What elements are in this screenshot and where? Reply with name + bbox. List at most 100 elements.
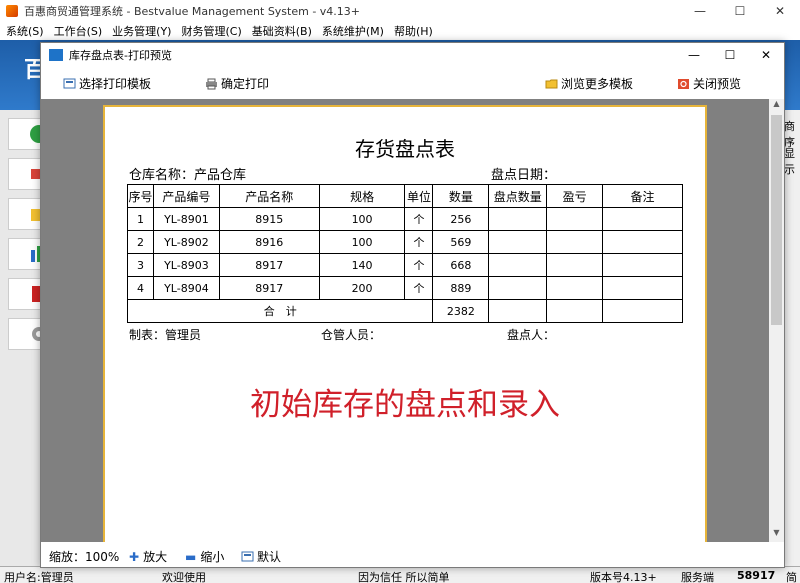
total-count-qty bbox=[488, 299, 548, 323]
zoom-out-label: 缩小 bbox=[200, 550, 225, 564]
table-row: 2 YL-8902 8916 100 个 569 bbox=[127, 230, 683, 254]
dialog-title-bar: 库存盘点表-打印预览 — ☐ ✕ bbox=[41, 43, 784, 67]
cell-profit-loss bbox=[546, 276, 604, 300]
scroll-down-icon[interactable]: ▼ bbox=[769, 528, 784, 542]
table-total-row: 合 计 2382 bbox=[126, 299, 683, 323]
watermark-caption: 初始库存的盘点和录入 bbox=[250, 387, 560, 423]
template-icon bbox=[63, 78, 76, 88]
cell-seq: 3 bbox=[127, 253, 154, 277]
cell-profit-loss bbox=[546, 253, 604, 277]
default-zoom-label: 默认 bbox=[257, 550, 282, 564]
maker-label: 制表：管理员 bbox=[129, 328, 202, 342]
header-unit: 单位 bbox=[404, 184, 434, 208]
nav-button-1[interactable] bbox=[8, 118, 48, 150]
vertical-scrollbar[interactable]: ▲ ▼ bbox=[769, 99, 784, 542]
table-row: 4 YL-8904 8917 200 个 889 bbox=[127, 276, 683, 300]
confirm-print-label: 确定打印 bbox=[221, 77, 270, 91]
cell-profit-loss bbox=[546, 207, 604, 231]
close-preview-button[interactable]: 关闭预览 bbox=[677, 75, 741, 92]
maximize-icon[interactable]: ☐ bbox=[712, 43, 748, 67]
scroll-thumb[interactable] bbox=[771, 115, 782, 325]
inventory-table: 序号 产品编号 产品名称 规格 单位 数量 盘点数量 盈亏 备注 1 YL-89 bbox=[126, 184, 683, 323]
table-row: 3 YL-8903 8917 140 个 668 bbox=[127, 253, 683, 277]
cell-product-name: 8916 bbox=[218, 230, 320, 254]
counter-label: 盘点人： bbox=[507, 328, 556, 342]
app-icon bbox=[6, 5, 18, 17]
dialog-bottom-bar: 缩放：100% ✚ 放大 ▬ 缩小 默认 bbox=[41, 542, 784, 567]
select-template-button[interactable]: 选择打印模板 bbox=[63, 75, 151, 92]
cell-spec: 100 bbox=[318, 230, 406, 254]
default-zoom-button[interactable]: 默认 bbox=[241, 548, 281, 565]
window-icon bbox=[49, 49, 63, 61]
main-title-bar: 百惠商贸通管理系统 - Bestvalue Management System … bbox=[0, 0, 800, 22]
minimize-icon[interactable]: — bbox=[680, 0, 720, 22]
cell-spec: 200 bbox=[318, 276, 406, 300]
count-date: 盘点日期： bbox=[491, 168, 557, 183]
cell-remark bbox=[602, 207, 683, 231]
nav-button-6[interactable] bbox=[8, 318, 46, 350]
status-bar: 用户名:管理员 欢迎使用 因为信任 所以简单 版本号4.13+ 服务端 5891… bbox=[0, 566, 800, 583]
status-server: 服务端 bbox=[681, 571, 714, 583]
cell-quantity: 668 bbox=[432, 253, 490, 277]
total-profit-loss bbox=[546, 299, 604, 323]
confirm-print-button[interactable]: 确定打印 bbox=[205, 75, 269, 92]
preview-area[interactable]: 存货盘点表 仓库名称：产品仓库 盘点日期： 序号 产品编号 产品名称 规格 单位… bbox=[41, 99, 769, 542]
minus-icon: ▬ bbox=[185, 549, 197, 564]
header-quantity: 数量 bbox=[432, 184, 490, 208]
menu-workbench[interactable]: 工作台(S) bbox=[54, 23, 103, 39]
close-icon[interactable]: ✕ bbox=[748, 43, 784, 67]
browse-templates-button[interactable]: 浏览更多模板 bbox=[545, 75, 633, 92]
scroll-up-icon[interactable]: ▲ bbox=[769, 99, 784, 113]
print-preview-dialog: 库存盘点表-打印预览 — ☐ ✕ 选择打印模板 确定打印 浏览更多模板 关闭预览… bbox=[40, 42, 785, 568]
zoom-out-button[interactable]: ▬ 缩小 bbox=[185, 548, 224, 565]
printer-icon bbox=[206, 78, 217, 89]
header-count-qty: 盘点数量 bbox=[488, 184, 548, 208]
menu-system[interactable]: 系统(S) bbox=[6, 23, 44, 39]
cell-product-code: YL-8903 bbox=[152, 253, 220, 277]
menu-business[interactable]: 业务管理(Y) bbox=[112, 23, 171, 39]
status-number: 58917 bbox=[737, 569, 776, 582]
header-product-code: 产品编号 bbox=[152, 184, 220, 208]
status-tail: 简 bbox=[786, 571, 797, 583]
close-icon[interactable]: ✕ bbox=[760, 0, 800, 22]
cell-remark bbox=[602, 253, 683, 277]
nav-button-5[interactable] bbox=[8, 278, 46, 310]
print-page: 存货盘点表 仓库名称：产品仓库 盘点日期： 序号 产品编号 产品名称 规格 单位… bbox=[103, 105, 707, 542]
menu-basic-data[interactable]: 基础资料(B) bbox=[252, 23, 312, 39]
header-remark: 备注 bbox=[602, 184, 683, 208]
menu-finance[interactable]: 财务管理(C) bbox=[181, 23, 241, 39]
status-version: 版本号4.13+ bbox=[590, 571, 657, 583]
zoom-in-button[interactable]: ✚ 放大 bbox=[129, 548, 167, 565]
cell-seq: 1 bbox=[127, 207, 154, 231]
folder-icon bbox=[545, 79, 558, 88]
nav-button-4[interactable] bbox=[8, 238, 42, 270]
cell-product-name: 8915 bbox=[218, 207, 320, 231]
cell-quantity: 569 bbox=[432, 230, 490, 254]
document-title: 存货盘点表 bbox=[355, 137, 455, 161]
header-spec: 规格 bbox=[318, 184, 406, 208]
main-menu-bar: 系统(S) 工作台(S) 业务管理(Y) 财务管理(C) 基础资料(B) 系统维… bbox=[0, 22, 800, 40]
maximize-icon[interactable]: ☐ bbox=[720, 0, 760, 22]
cell-seq: 4 bbox=[127, 276, 154, 300]
total-remark bbox=[602, 299, 683, 323]
close-preview-label: 关闭预览 bbox=[693, 77, 742, 91]
nav-button-2[interactable] bbox=[8, 158, 47, 190]
cell-seq: 2 bbox=[127, 230, 154, 254]
table-header-row: 序号 产品编号 产品名称 规格 单位 数量 盘点数量 盈亏 备注 bbox=[127, 184, 683, 208]
cell-count-qty bbox=[488, 230, 548, 254]
cell-unit: 个 bbox=[404, 276, 434, 300]
cell-spec: 140 bbox=[318, 253, 406, 277]
plus-icon: ✚ bbox=[129, 549, 140, 564]
menu-help[interactable]: 帮助(H) bbox=[394, 23, 433, 39]
cell-profit-loss bbox=[546, 230, 604, 254]
cell-spec: 100 bbox=[318, 207, 406, 231]
zoom-in-label: 放大 bbox=[143, 550, 168, 564]
total-quantity: 2382 bbox=[432, 299, 490, 323]
zoom-level: 缩放：100% bbox=[49, 550, 120, 564]
nav-button-3[interactable] bbox=[8, 198, 47, 230]
browse-templates-label: 浏览更多模板 bbox=[561, 77, 634, 91]
minimize-icon[interactable]: — bbox=[676, 43, 712, 67]
total-label: 合 计 bbox=[126, 299, 434, 323]
dialog-toolbar: 选择打印模板 确定打印 浏览更多模板 关闭预览 bbox=[41, 67, 784, 99]
menu-maintenance[interactable]: 系统维护(M) bbox=[322, 23, 384, 39]
